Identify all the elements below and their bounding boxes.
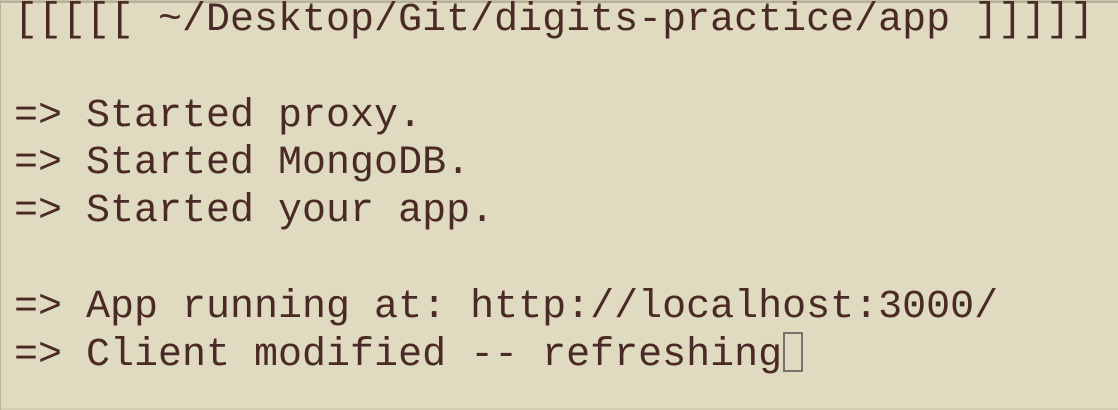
output-line-client-modified: => Client modified -- refreshing: [14, 332, 804, 380]
output-line-started-app: => Started your app.: [14, 189, 495, 234]
prompt-path-line: [[[[[ ~/Desktop/Git/digits-practice/app …: [14, 0, 1095, 43]
output-line-started-proxy: => Started proxy.: [14, 94, 423, 139]
output-line-started-mongodb: => Started MongoDB.: [14, 141, 471, 186]
terminal-cursor[interactable]: [783, 332, 804, 372]
terminal-window[interactable]: [[[[[ ~/Desktop/Git/digits-practice/app …: [0, 0, 1118, 410]
output-line-client-modified-text: => Client modified -- refreshing: [14, 333, 783, 378]
output-line-app-running: => App running at: http://localhost:3000…: [14, 285, 999, 330]
